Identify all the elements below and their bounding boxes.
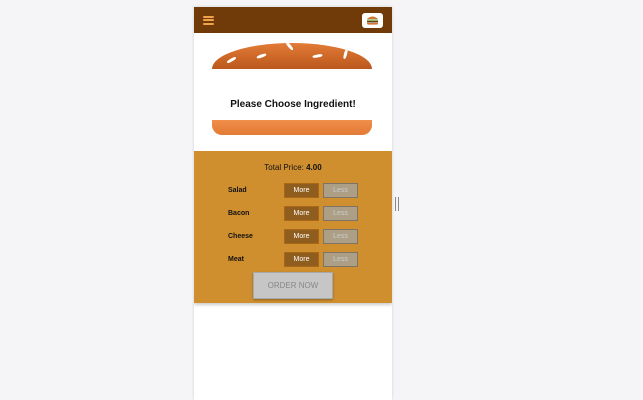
- total-price: Total Price: 4.00: [194, 163, 392, 172]
- ingredient-row-bacon: Bacon More Less: [194, 206, 392, 221]
- ingredient-row-meat: Meat More Less: [194, 252, 392, 267]
- more-salad-button[interactable]: More: [284, 183, 319, 198]
- ingredient-prompt: Please Choose Ingredient!: [230, 99, 356, 110]
- seed-icon: [312, 53, 323, 59]
- toolbar: [194, 7, 392, 33]
- less-salad-button[interactable]: Less: [323, 183, 358, 198]
- ingredient-label: Cheese: [228, 233, 253, 240]
- price-value: 4.00: [306, 163, 322, 172]
- seed-icon: [226, 56, 237, 64]
- resize-handle[interactable]: [395, 197, 399, 211]
- burger-preview: Please Choose Ingredient!: [194, 33, 392, 151]
- build-controls: Total Price: 4.00 Salad More Less Bacon …: [194, 151, 392, 303]
- hamburger-icon[interactable]: [203, 15, 214, 25]
- bread-top: [212, 43, 372, 69]
- seed-icon: [285, 43, 294, 51]
- mobile-viewport: Please Choose Ingredient! Total Price: 4…: [194, 7, 392, 400]
- ingredient-row-salad: Salad More Less: [194, 183, 392, 198]
- ingredient-label: Meat: [228, 256, 244, 263]
- ingredient-label: Salad: [228, 187, 247, 194]
- seed-icon: [342, 48, 349, 60]
- more-cheese-button[interactable]: More: [284, 229, 319, 244]
- less-bacon-button[interactable]: Less: [323, 206, 358, 221]
- seed-icon: [256, 52, 267, 60]
- more-meat-button[interactable]: More: [284, 252, 319, 267]
- burger-logo-icon[interactable]: [362, 12, 383, 28]
- more-bacon-button[interactable]: More: [284, 206, 319, 221]
- order-now-button[interactable]: ORDER NOW: [253, 272, 333, 299]
- less-cheese-button[interactable]: Less: [323, 229, 358, 244]
- ingredient-row-cheese: Cheese More Less: [194, 229, 392, 244]
- less-meat-button[interactable]: Less: [323, 252, 358, 267]
- price-label: Total Price:: [264, 163, 304, 172]
- bread-bottom: [212, 120, 372, 135]
- ingredient-label: Bacon: [228, 210, 250, 217]
